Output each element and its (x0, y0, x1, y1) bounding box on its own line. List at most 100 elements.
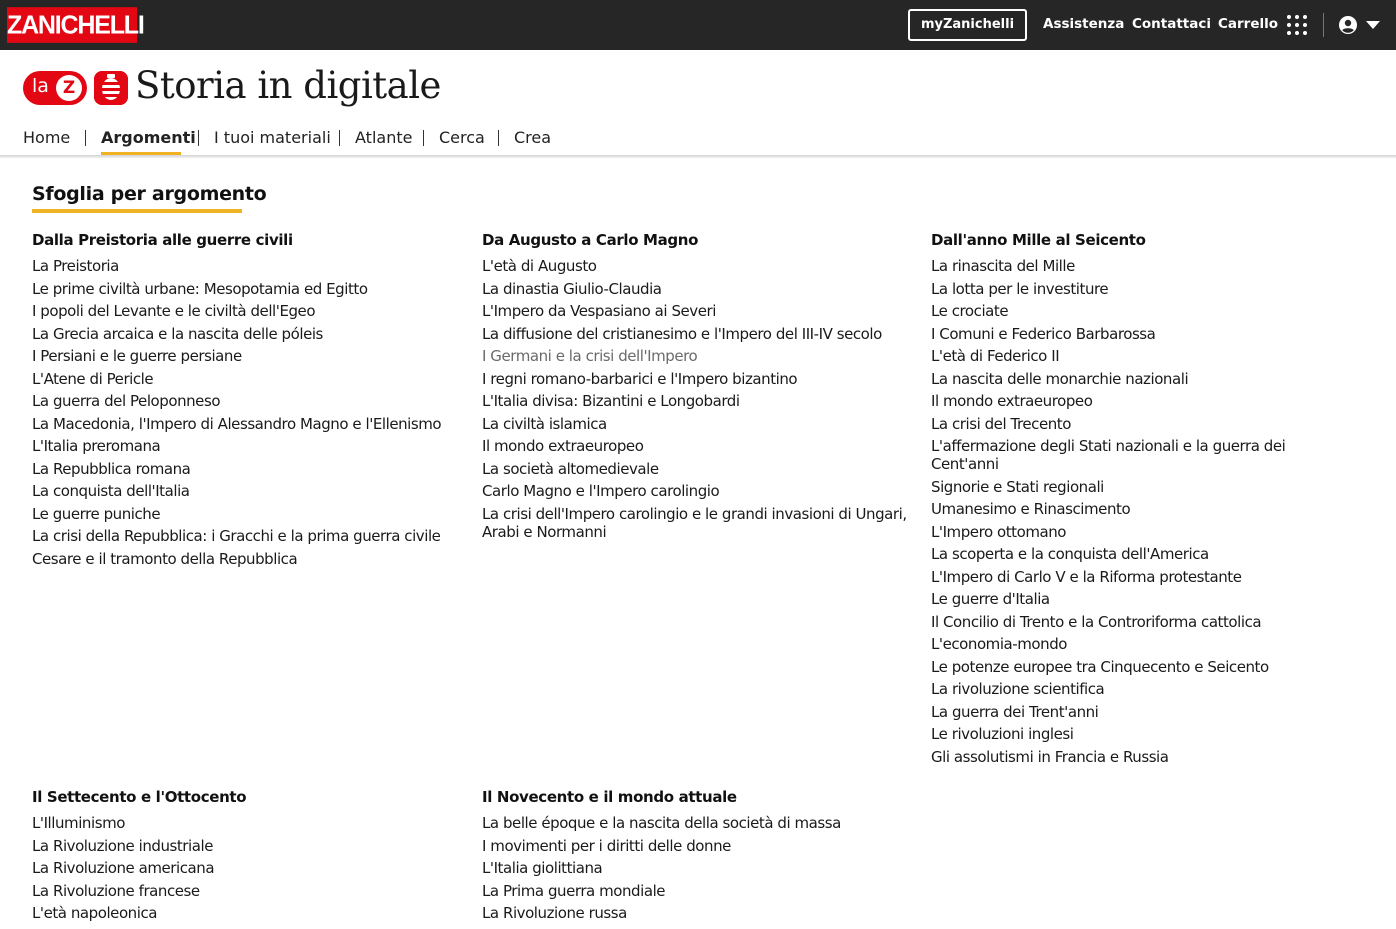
nav-crea[interactable]: Crea (514, 128, 551, 147)
topic-link[interactable]: La diffusione del cristianesimo e l'Impe… (482, 325, 917, 343)
title-underline (32, 209, 242, 213)
topic-link[interactable]: L'età napoleonica (32, 904, 467, 922)
nav-atlante[interactable]: Atlante (355, 128, 412, 147)
topic-link[interactable]: Le guerre d'Italia (931, 590, 1311, 608)
topic-group: Il Settecento e l'Ottocento L'Illuminism… (32, 787, 467, 927)
topic-link[interactable]: L'Atene di Pericle (32, 370, 467, 388)
topic-link[interactable]: La Grecia arcaica e la nascita delle pól… (32, 325, 467, 343)
topic-link[interactable]: Gli assolutismi in Francia e Russia (931, 748, 1311, 766)
topic-link[interactable]: L'Impero di Carlo V e la Riforma protest… (931, 568, 1311, 586)
chevron-down-icon[interactable] (1366, 21, 1380, 29)
topic-link[interactable]: Le prime civiltà urbane: Mesopotamia ed … (32, 280, 467, 298)
topic-link[interactable]: Signorie e Stati regionali (931, 478, 1311, 496)
topic-link[interactable]: L'Illuminismo (32, 814, 467, 832)
nav-argomenti[interactable]: Argomenti (101, 128, 196, 147)
topic-group: Da Augusto a Carlo Magno L'età di August… (482, 230, 917, 545)
topic-link[interactable]: L'Italia preromana (32, 437, 467, 455)
carrello-link[interactable]: Carrello (1218, 16, 1278, 32)
topic-link[interactable]: Carlo Magno e l'Impero carolingio (482, 482, 917, 500)
topic-link[interactable]: La rinascita del Mille (931, 257, 1311, 275)
topic-link[interactable]: La Repubblica romana (32, 460, 467, 478)
topic-link[interactable]: La Macedonia, l'Impero di Alessandro Mag… (32, 415, 467, 433)
topic-link[interactable]: La Prima guerra mondiale (482, 882, 917, 900)
lantern-icon (94, 71, 128, 105)
topic-link[interactable]: I popoli del Levante e le civiltà dell'E… (32, 302, 467, 320)
topic-group: Dalla Preistoria alle guerre civili La P… (32, 230, 467, 572)
la-z-badge: la Z (23, 71, 87, 105)
topic-link[interactable]: La conquista dell'Italia (32, 482, 467, 500)
topic-link[interactable]: L'Impero ottomano (931, 523, 1311, 541)
topic-group-heading: Da Augusto a Carlo Magno (482, 231, 699, 249)
topic-link[interactable]: La società altomedievale (482, 460, 917, 478)
topic-link[interactable]: Le guerre puniche (32, 505, 467, 523)
zanichelli-logo[interactable]: ZANICHELLI (7, 7, 145, 43)
topic-link[interactable]: La scoperta e la conquista dell'America (931, 545, 1311, 563)
topic-link[interactable]: La guerra dei Trent'anni (931, 703, 1311, 721)
topic-link[interactable]: I regni romano-barbarici e l'Impero biza… (482, 370, 917, 388)
topbar-divider (1323, 13, 1324, 37)
topic-link[interactable]: L'affermazione degli Stati nazionali e l… (931, 437, 1311, 473)
topic-list: La belle époque e la nascita della socie… (482, 814, 917, 922)
topic-link[interactable]: La Rivoluzione francese (32, 882, 467, 900)
nav-separator (498, 130, 499, 146)
topic-link[interactable]: L'età di Augusto (482, 257, 917, 275)
topic-link[interactable]: La Rivoluzione americana (32, 859, 467, 877)
topic-link[interactable]: La rivoluzione scientifica (931, 680, 1311, 698)
topic-link[interactable]: L'età di Federico II (931, 347, 1311, 365)
topic-group-heading: Dalla Preistoria alle guerre civili (32, 231, 293, 249)
nav-separator (198, 130, 199, 146)
topic-link[interactable]: L'Impero da Vespasiano ai Severi (482, 302, 917, 320)
topic-list: L'età di Augusto La dinastia Giulio-Claud… (482, 257, 917, 541)
topic-link[interactable]: Il mondo extraeuropeo (482, 437, 917, 455)
topic-group-heading: Dall'anno Mille al Seicento (931, 231, 1146, 249)
main-nav: Home Argomenti I tuoi materiali Atlante … (0, 124, 1396, 158)
contattaci-link[interactable]: Contattaci (1132, 16, 1211, 32)
topic-list: La Preistoria Le prime civiltà urbane: Me… (32, 257, 467, 568)
topic-group-heading: Il Settecento e l'Ottocento (32, 788, 247, 806)
topic-link[interactable]: Cesare e il tramonto della Repubblica (32, 550, 467, 568)
page-title: Sfoglia per argomento (32, 183, 267, 205)
topic-link[interactable]: La crisi del Trecento (931, 415, 1311, 433)
badge-z-text: Z (56, 75, 82, 101)
badge-la-text: la (32, 75, 49, 97)
topic-link[interactable]: La dinastia Giulio-Claudia (482, 280, 917, 298)
topic-list: L'Illuminismo La Rivoluzione industriale L… (32, 814, 467, 922)
myzanichelli-button[interactable]: myZanichelli (908, 9, 1027, 41)
topic-link[interactable]: Umanesimo e Rinascimento (931, 500, 1311, 518)
topic-link[interactable]: L'Italia giolittiana (482, 859, 917, 877)
topic-link[interactable]: La Rivoluzione industriale (32, 837, 467, 855)
top-bar: ZANICHELLI myZanichelli Assistenza Conta… (0, 0, 1396, 50)
topic-link[interactable]: La guerra del Peloponneso (32, 392, 467, 410)
apps-grid-icon[interactable] (1287, 15, 1307, 35)
topic-link[interactable]: Le potenze europee tra Cinquecento e Sei… (931, 658, 1311, 676)
topic-link[interactable]: Le crociate (931, 302, 1311, 320)
topic-link[interactable]: I Germani e la crisi dell'Impero (482, 347, 917, 365)
topic-link[interactable]: La civiltà islamica (482, 415, 917, 433)
nav-i-tuoi-materiali[interactable]: I tuoi materiali (214, 128, 331, 147)
nav-home[interactable]: Home (23, 128, 70, 147)
user-icon[interactable] (1339, 16, 1357, 34)
nav-separator (339, 130, 340, 146)
nav-cerca[interactable]: Cerca (439, 128, 485, 147)
topic-link[interactable]: I Persiani e le guerre persiane (32, 347, 467, 365)
topic-link[interactable]: La lotta per le investiture (931, 280, 1311, 298)
topic-link[interactable]: La belle époque e la nascita della socie… (482, 814, 917, 832)
topic-group: Il Novecento e il mondo attuale La belle… (482, 787, 917, 927)
topic-group-heading: Il Novecento e il mondo attuale (482, 788, 737, 806)
topic-group: Dall'anno Mille al Seicento La rinascita… (931, 230, 1311, 770)
topic-link[interactable]: L'economia-mondo (931, 635, 1311, 653)
topic-link[interactable]: L'Italia divisa: Bizantini e Longobardi (482, 392, 917, 410)
topic-link[interactable]: I movimenti per i diritti delle donne (482, 837, 917, 855)
topic-link[interactable]: I Comuni e Federico Barbarossa (931, 325, 1311, 343)
topic-link[interactable]: Il Concilio di Trento e la Controriforma… (931, 613, 1311, 631)
topic-link[interactable]: La nascita delle monarchie nazionali (931, 370, 1311, 388)
topic-link[interactable]: Il mondo extraeuropeo (931, 392, 1311, 410)
topic-link[interactable]: La crisi della Repubblica: i Gracchi e l… (32, 527, 467, 545)
nav-separator (85, 130, 86, 146)
site-title: Storia in digitale (135, 64, 441, 107)
topic-link[interactable]: Le rivoluzioni inglesi (931, 725, 1311, 743)
topic-link[interactable]: La Preistoria (32, 257, 467, 275)
topic-link[interactable]: La crisi dell'Impero carolingio e le gra… (482, 505, 917, 541)
assistenza-link[interactable]: Assistenza (1043, 16, 1124, 32)
topic-link[interactable]: La Rivoluzione russa (482, 904, 917, 922)
